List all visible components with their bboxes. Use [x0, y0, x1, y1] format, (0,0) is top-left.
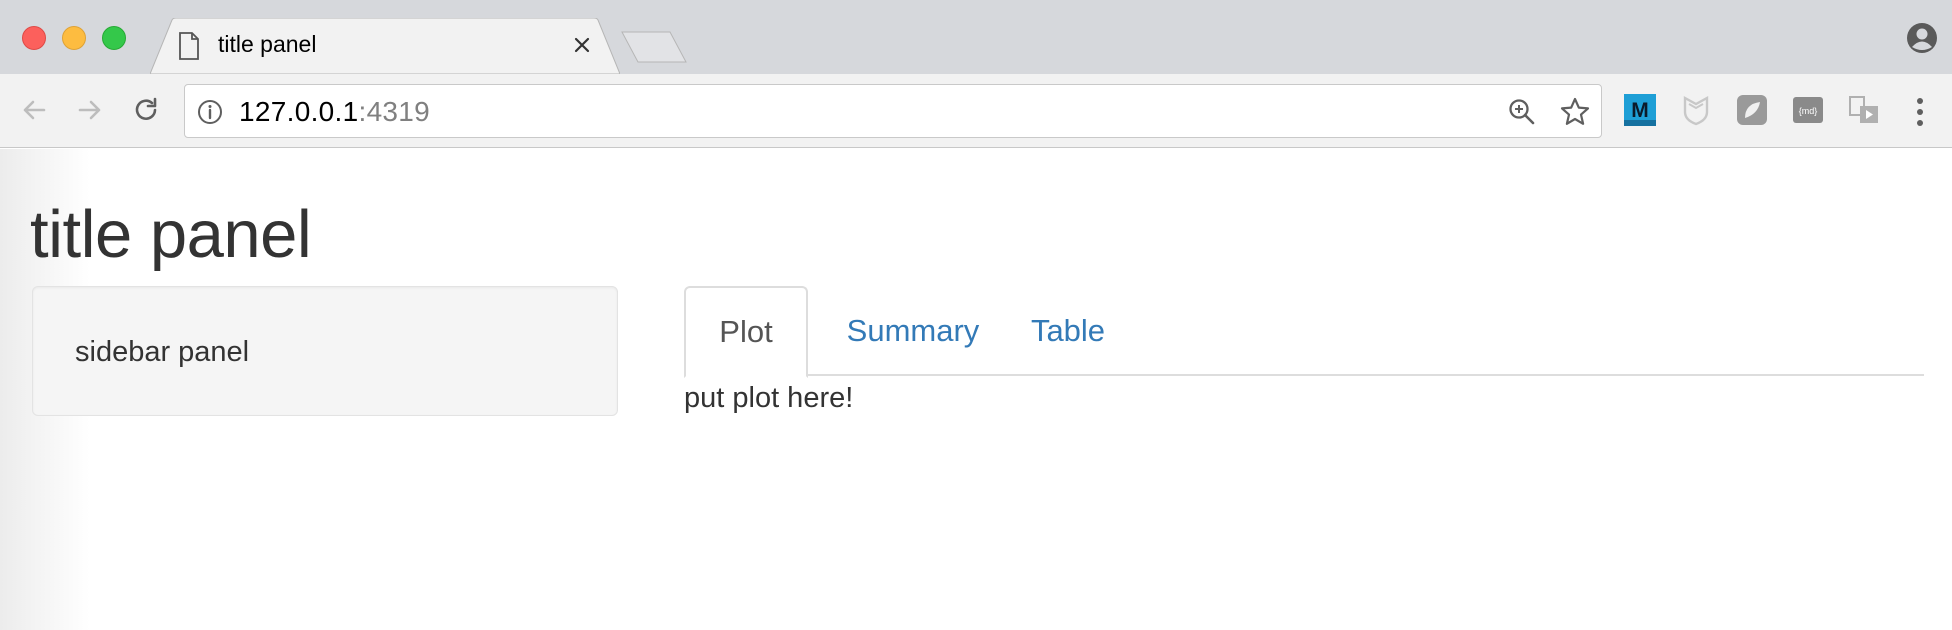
reload-icon	[135, 97, 157, 120]
back-arrow-icon	[23, 100, 46, 120]
sidebar-panel-text: sidebar panel	[75, 336, 250, 368]
url-host: 127.0.0.1	[239, 96, 359, 127]
new-tab-button[interactable]	[620, 30, 688, 64]
forward-button[interactable]	[72, 92, 108, 128]
close-icon[interactable]	[570, 33, 594, 57]
markdown-extension-icon[interactable]: {md}	[1792, 94, 1824, 126]
document-icon	[179, 32, 199, 60]
profile-icon[interactable]	[1906, 22, 1938, 54]
tab-plot[interactable]: Plot	[684, 286, 808, 378]
page-title: title panel	[30, 197, 312, 272]
browser-titlebar: title panel	[0, 0, 1952, 74]
tab-table[interactable]: Table	[1010, 286, 1126, 376]
browser-toolbar: 127.0.0.1:4319 M {md}	[0, 74, 1952, 148]
forward-arrow-icon	[78, 100, 101, 120]
star-icon[interactable]	[1559, 96, 1591, 128]
sidebar-panel: sidebar panel	[32, 286, 618, 416]
m-extension-icon[interactable]: M	[1624, 94, 1656, 126]
shield-extension-icon[interactable]	[1680, 94, 1712, 126]
close-window-button[interactable]	[22, 26, 46, 50]
tab-summary[interactable]: Summary	[838, 286, 988, 376]
info-icon[interactable]	[197, 99, 223, 125]
svg-text:M: M	[1631, 99, 1649, 122]
main-tabset: Plot Summary Table	[684, 286, 1924, 378]
svg-text:{md}: {md}	[1799, 106, 1818, 116]
reload-button[interactable]	[128, 92, 164, 128]
maximize-window-button[interactable]	[102, 26, 126, 50]
minimize-window-button[interactable]	[62, 26, 86, 50]
cast-extension-icon[interactable]	[1848, 94, 1880, 126]
more-vertical-icon[interactable]	[1906, 94, 1934, 130]
address-bar[interactable]: 127.0.0.1:4319	[184, 84, 1602, 138]
url-text[interactable]: 127.0.0.1:4319	[239, 96, 430, 128]
browser-tab-title: title panel	[218, 31, 317, 57]
tab-content-text: put plot here!	[684, 382, 854, 414]
grey-badge-extension-icon[interactable]	[1736, 94, 1768, 126]
zoom-in-icon[interactable]	[1507, 97, 1537, 127]
url-port: :4319	[358, 96, 431, 127]
back-button[interactable]	[16, 92, 52, 128]
